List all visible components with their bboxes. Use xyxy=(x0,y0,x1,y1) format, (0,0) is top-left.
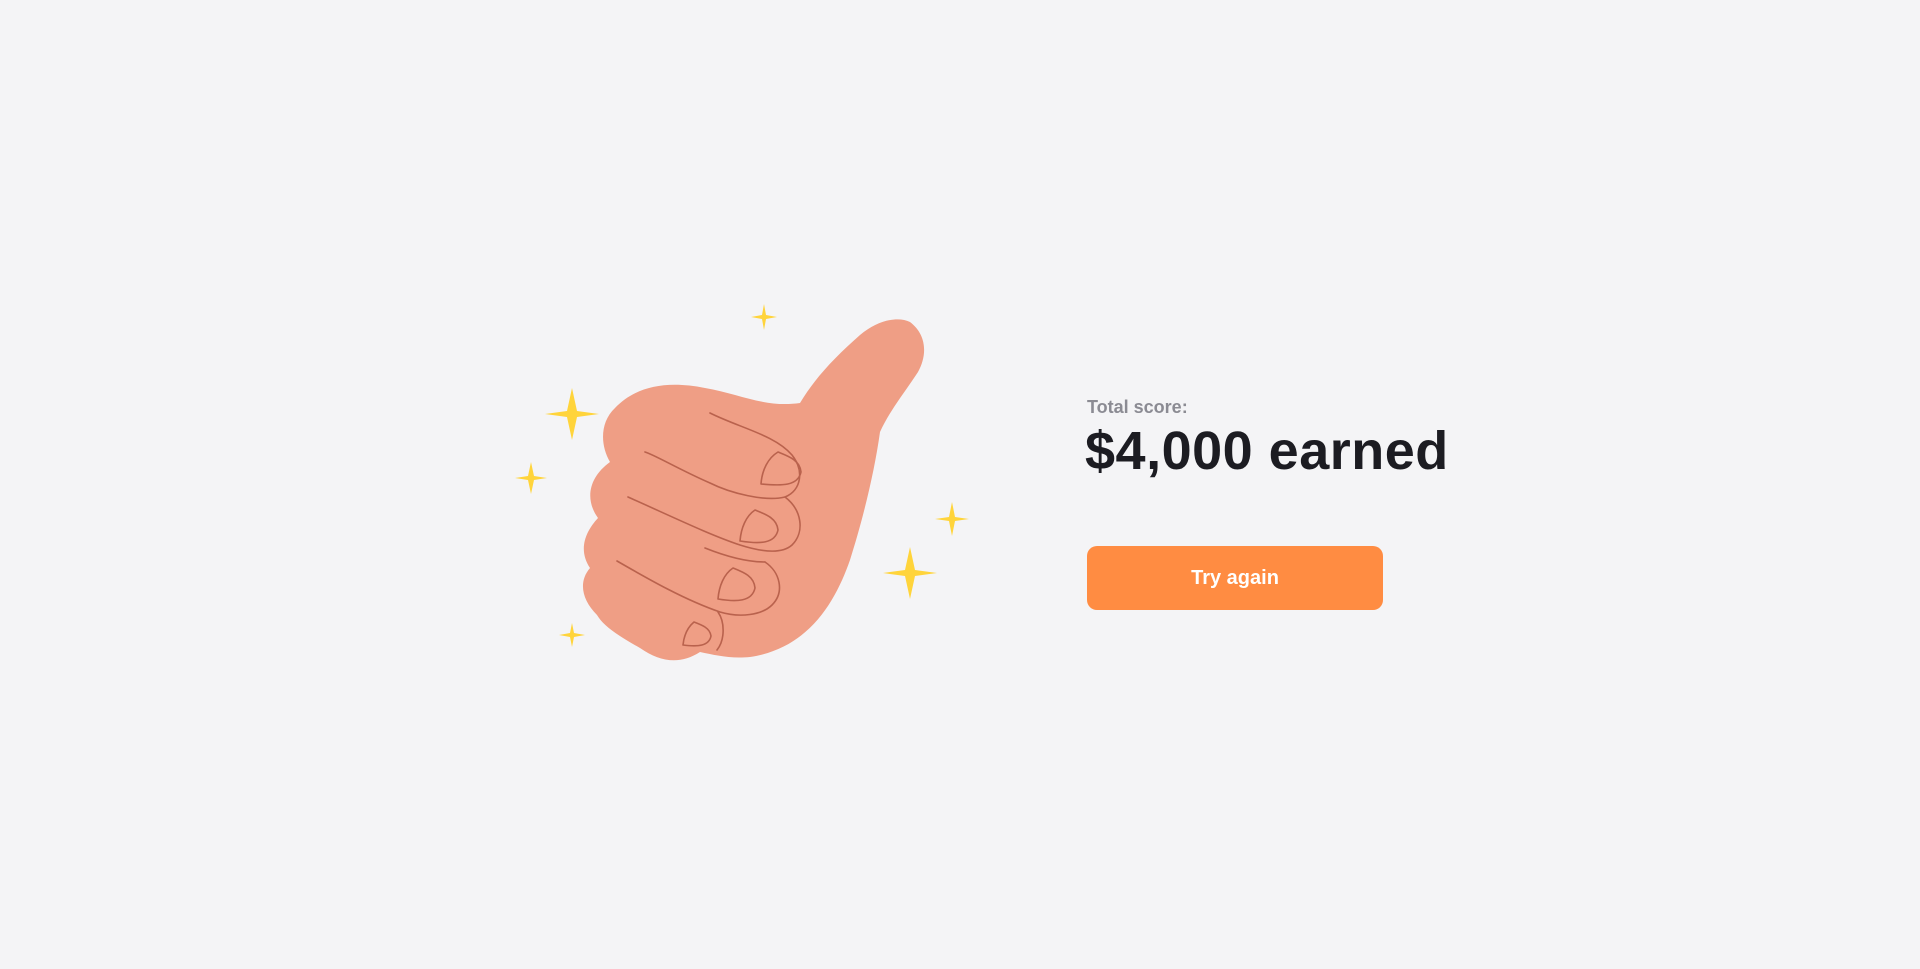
result-panel: Total score: $4,000 earned Try again xyxy=(1085,396,1507,610)
try-again-button[interactable]: Try again xyxy=(1087,546,1383,610)
sparkle-icon xyxy=(935,502,969,536)
sparkle-icon xyxy=(559,623,585,647)
total-score-label: Total score: xyxy=(1087,397,1188,417)
thumbs-up-icon xyxy=(582,319,925,661)
thumbs-up-illustration xyxy=(500,290,1000,680)
result-screen: Total score: $4,000 earned Try again xyxy=(0,0,1920,969)
sparkle-icon xyxy=(751,304,777,330)
sparkle-icon xyxy=(883,547,937,599)
sparkle-icon xyxy=(515,462,547,494)
sparkle-icon xyxy=(545,388,599,440)
score-value: $4,000 earned xyxy=(1085,421,1449,481)
